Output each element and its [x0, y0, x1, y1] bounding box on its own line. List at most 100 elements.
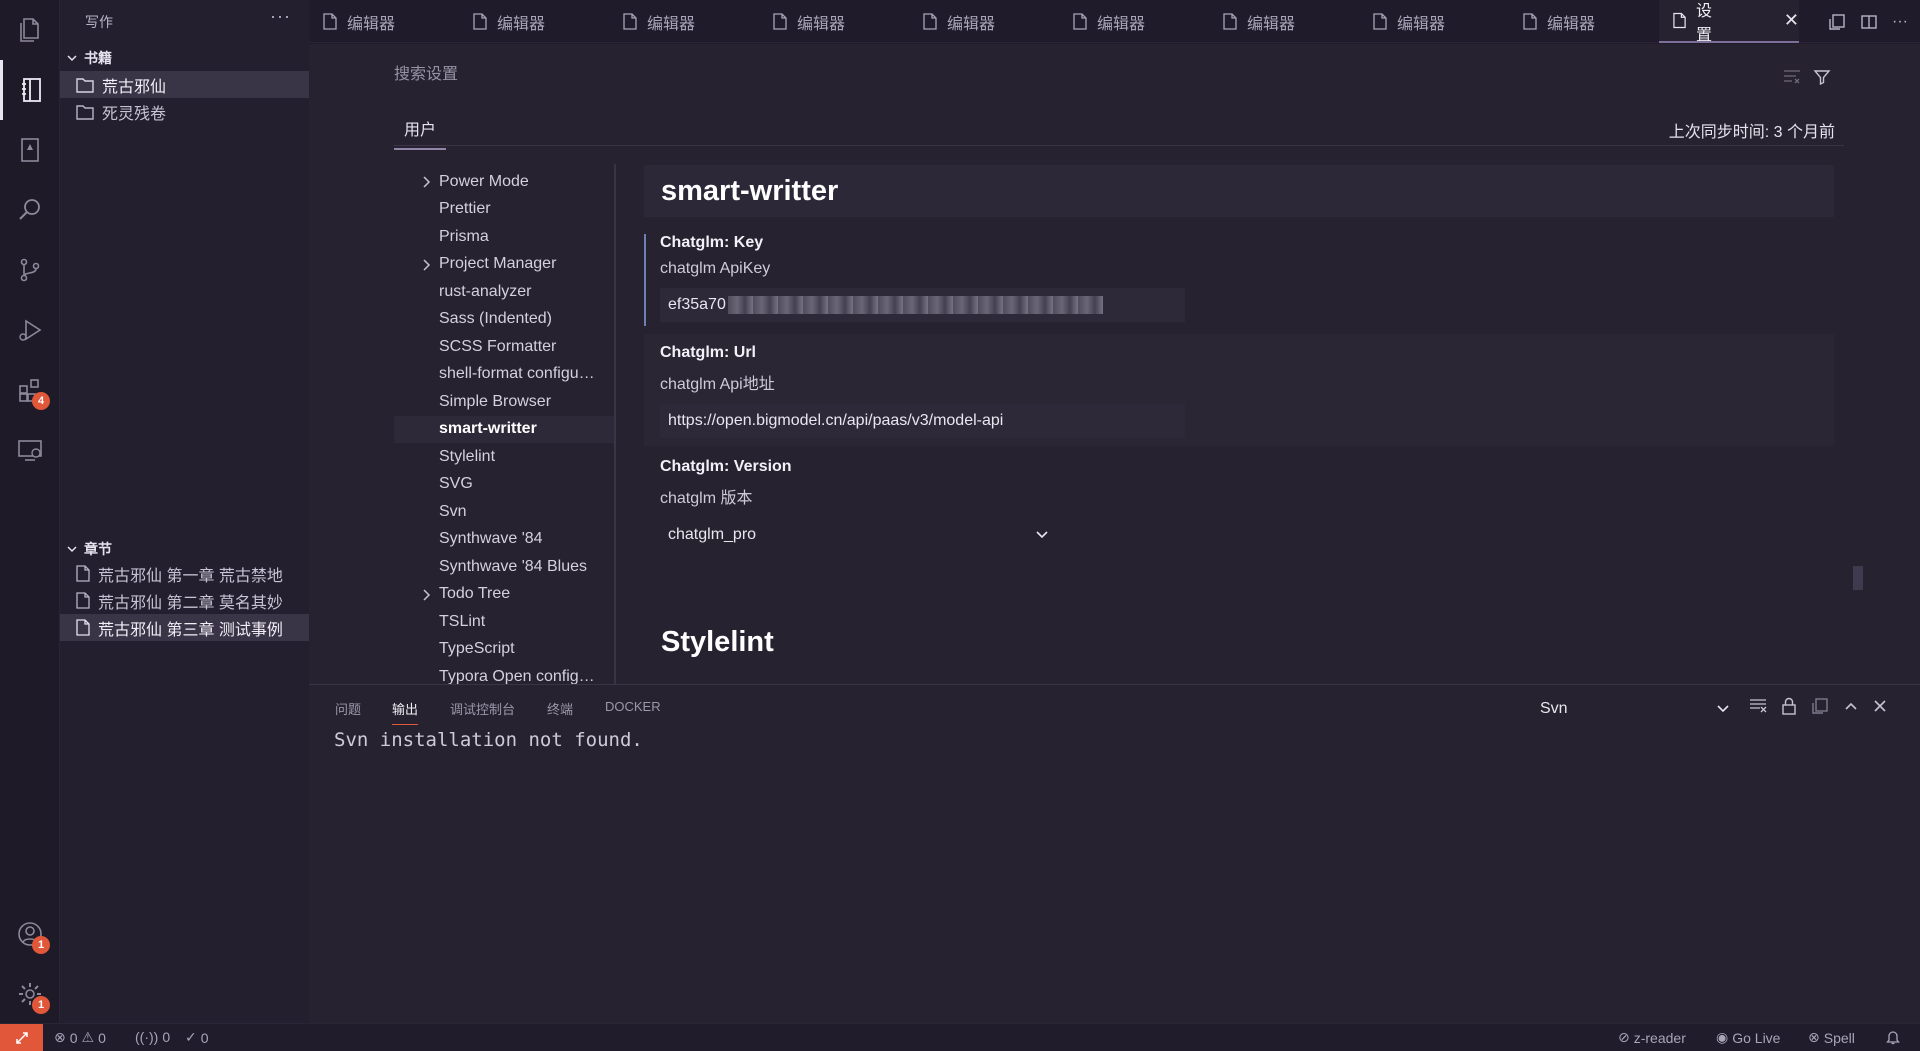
chapter-item[interactable]: 荒古邪仙 第三章 测试事例 [60, 614, 309, 641]
panel-tab-output[interactable]: 输出 [392, 699, 419, 725]
more-actions-icon[interactable]: ··· [1892, 13, 1908, 31]
manage-gear-icon[interactable]: 1 [0, 964, 60, 1024]
sync-status: 上次同步时间: 3 个月前 [1668, 124, 1835, 141]
chapter-item-label: 荒古邪仙 第一章 荒古禁地 [98, 567, 283, 585]
chapter-item[interactable]: 荒古邪仙 第二章 莫名其妙 [60, 587, 309, 614]
search-icon[interactable] [0, 180, 60, 240]
toc-item[interactable]: Prettier [394, 196, 614, 223]
go-live-label: Go Live [1732, 1029, 1781, 1046]
toc-item-label: Sass (Indented) [439, 310, 552, 327]
version-select[interactable]: chatglm_pro [660, 518, 1057, 552]
section-bookshelf[interactable]: 书籍 [66, 48, 112, 68]
toc-item[interactable]: SCSS Formatter [394, 333, 614, 360]
checks-indicator[interactable]: ✓ 0 [185, 1029, 209, 1046]
tab-editor[interactable]: 编辑器 [1209, 0, 1295, 43]
section-chapters[interactable]: 章节 [66, 539, 112, 559]
source-control-icon[interactable] [0, 240, 60, 300]
book-icon[interactable] [0, 120, 60, 180]
writing-notebook-icon[interactable] [0, 60, 60, 120]
chapter-item[interactable]: 荒古邪仙 第一章 荒古禁地 [60, 560, 309, 587]
folder-icon [76, 77, 94, 93]
zreader-status[interactable]: ⊘ z-reader [1618, 1029, 1686, 1046]
errors-count: 0 [69, 1029, 78, 1046]
book-item[interactable]: 死灵残卷 [60, 98, 309, 125]
toc-item-label: TypeScript [439, 640, 515, 657]
section-bookshelf-label: 书籍 [84, 50, 112, 66]
problems-indicator[interactable]: ⊗ 0 ⚠ 0 [54, 1029, 106, 1046]
settings-group-title: smart-writter [644, 165, 1834, 217]
close-icon[interactable]: ✕ [1784, 10, 1799, 31]
panel-tab-terminal[interactable]: 终端 [547, 699, 573, 724]
settings-badge: 1 [32, 996, 50, 1014]
apikey-input[interactable]: ef35a70 [660, 288, 1185, 322]
tab-settings[interactable]: 设置 ✕ [1659, 0, 1799, 44]
extensions-icon[interactable]: 4 [0, 360, 60, 420]
toc-item[interactable]: Project Manager [394, 251, 614, 278]
chapter-item-label: 荒古邪仙 第二章 莫名其妙 [98, 594, 283, 612]
toc-item[interactable]: Synthwave '84 [394, 526, 614, 553]
setting-title: Chatglm: Url [660, 344, 756, 361]
tab-label: 编辑器 [1097, 15, 1146, 33]
tab-editor[interactable]: 编辑器 [909, 0, 995, 43]
remote-explorer-icon[interactable] [0, 420, 60, 480]
panel-tab-docker[interactable]: DOCKER [605, 699, 661, 720]
clear-output-icon[interactable] [1749, 698, 1767, 714]
spell-status[interactable]: ⊗ Spell [1808, 1029, 1855, 1046]
toc-item-label: TSLint [439, 612, 486, 630]
toc-item[interactable]: rust-analyzer [394, 278, 614, 305]
panel-tab-debug-console[interactable]: 调试控制台 [450, 699, 515, 724]
filter-icon[interactable] [1813, 68, 1831, 86]
tab-editor[interactable]: 编辑器 [459, 0, 545, 43]
book-item-label: 死灵残卷 [102, 105, 167, 123]
toc-item[interactable]: smart-writter [394, 415, 614, 443]
split-editor-icon[interactable] [1860, 13, 1878, 31]
panel-tab-problems[interactable]: 问题 [335, 699, 361, 724]
bottom-panel: 问题 输出 调试控制台 终端 DOCKER Svn Svn installati… [309, 684, 1920, 1023]
tab-editor[interactable]: 编辑器 [1059, 0, 1145, 43]
open-in-editor-icon[interactable] [1811, 697, 1829, 715]
explorer-icon[interactable] [0, 0, 60, 60]
ports-indicator[interactable]: ((·)) 0 [135, 1029, 170, 1045]
toc-item[interactable]: shell-format configu… [394, 361, 614, 388]
open-changes-icon[interactable] [1828, 13, 1846, 31]
url-input[interactable]: https://open.bigmodel.cn/api/paas/v3/mod… [660, 404, 1185, 438]
tab-editor[interactable]: 编辑器 [1359, 0, 1445, 43]
toc-item[interactable]: Stylelint [394, 443, 614, 470]
scrollbar-thumb[interactable] [1853, 566, 1863, 590]
toc-divider [614, 164, 616, 684]
go-live-button[interactable]: ◉ Go Live [1716, 1029, 1780, 1046]
tab-editor[interactable]: 编辑器 [609, 0, 695, 43]
toc-item[interactable]: Synthwave '84 Blues [394, 553, 614, 580]
chevron-up-icon[interactable] [1843, 700, 1859, 712]
toc-item[interactable]: TSLint [394, 608, 614, 635]
clear-filter-icon[interactable] [1783, 68, 1801, 84]
setting-description: chatglm ApiKey [660, 260, 771, 277]
toc-item[interactable]: TypeScript [394, 636, 614, 663]
book-item[interactable]: 荒古邪仙 [60, 71, 309, 98]
toc-item[interactable]: Typora Open config… [394, 663, 614, 685]
toc-item[interactable]: SVG [394, 471, 614, 498]
toc-item[interactable]: Todo Tree [394, 581, 614, 608]
close-panel-icon[interactable] [1873, 699, 1887, 713]
toc-item[interactable]: Sass (Indented) [394, 306, 614, 333]
output-channel-select[interactable]: Svn [1540, 697, 1730, 721]
toc-item[interactable]: Simple Browser [394, 388, 614, 415]
chevron-right-icon [423, 588, 431, 601]
sidebar-more-button[interactable]: ··· [270, 6, 291, 27]
tab-editor[interactable]: 编辑器 [309, 0, 395, 43]
tab-editor[interactable]: 编辑器 [1509, 0, 1595, 43]
toc-item[interactable]: Prisma [394, 223, 614, 250]
toc-item-label: Power Mode [439, 172, 529, 190]
status-bar: ⊗ 0 ⚠ 0 ((·)) 0 ✓ 0 ⊘ z-reader ◉ Go Live ⊗ Spel… [0, 1023, 1920, 1051]
toc-item[interactable]: Svn [394, 498, 614, 525]
lock-icon[interactable] [1781, 697, 1797, 715]
remote-indicator[interactable] [0, 1024, 43, 1051]
toc-item-label: Svn [439, 502, 467, 520]
search-tools [1783, 68, 1831, 86]
notifications-bell-icon[interactable] [1886, 1029, 1900, 1045]
run-debug-icon[interactable] [0, 300, 60, 360]
settings-search-input[interactable] [394, 62, 1524, 88]
accounts-icon[interactable]: 1 [0, 904, 60, 964]
toc-item[interactable]: Power Mode [394, 168, 614, 195]
tab-editor[interactable]: 编辑器 [759, 0, 845, 43]
